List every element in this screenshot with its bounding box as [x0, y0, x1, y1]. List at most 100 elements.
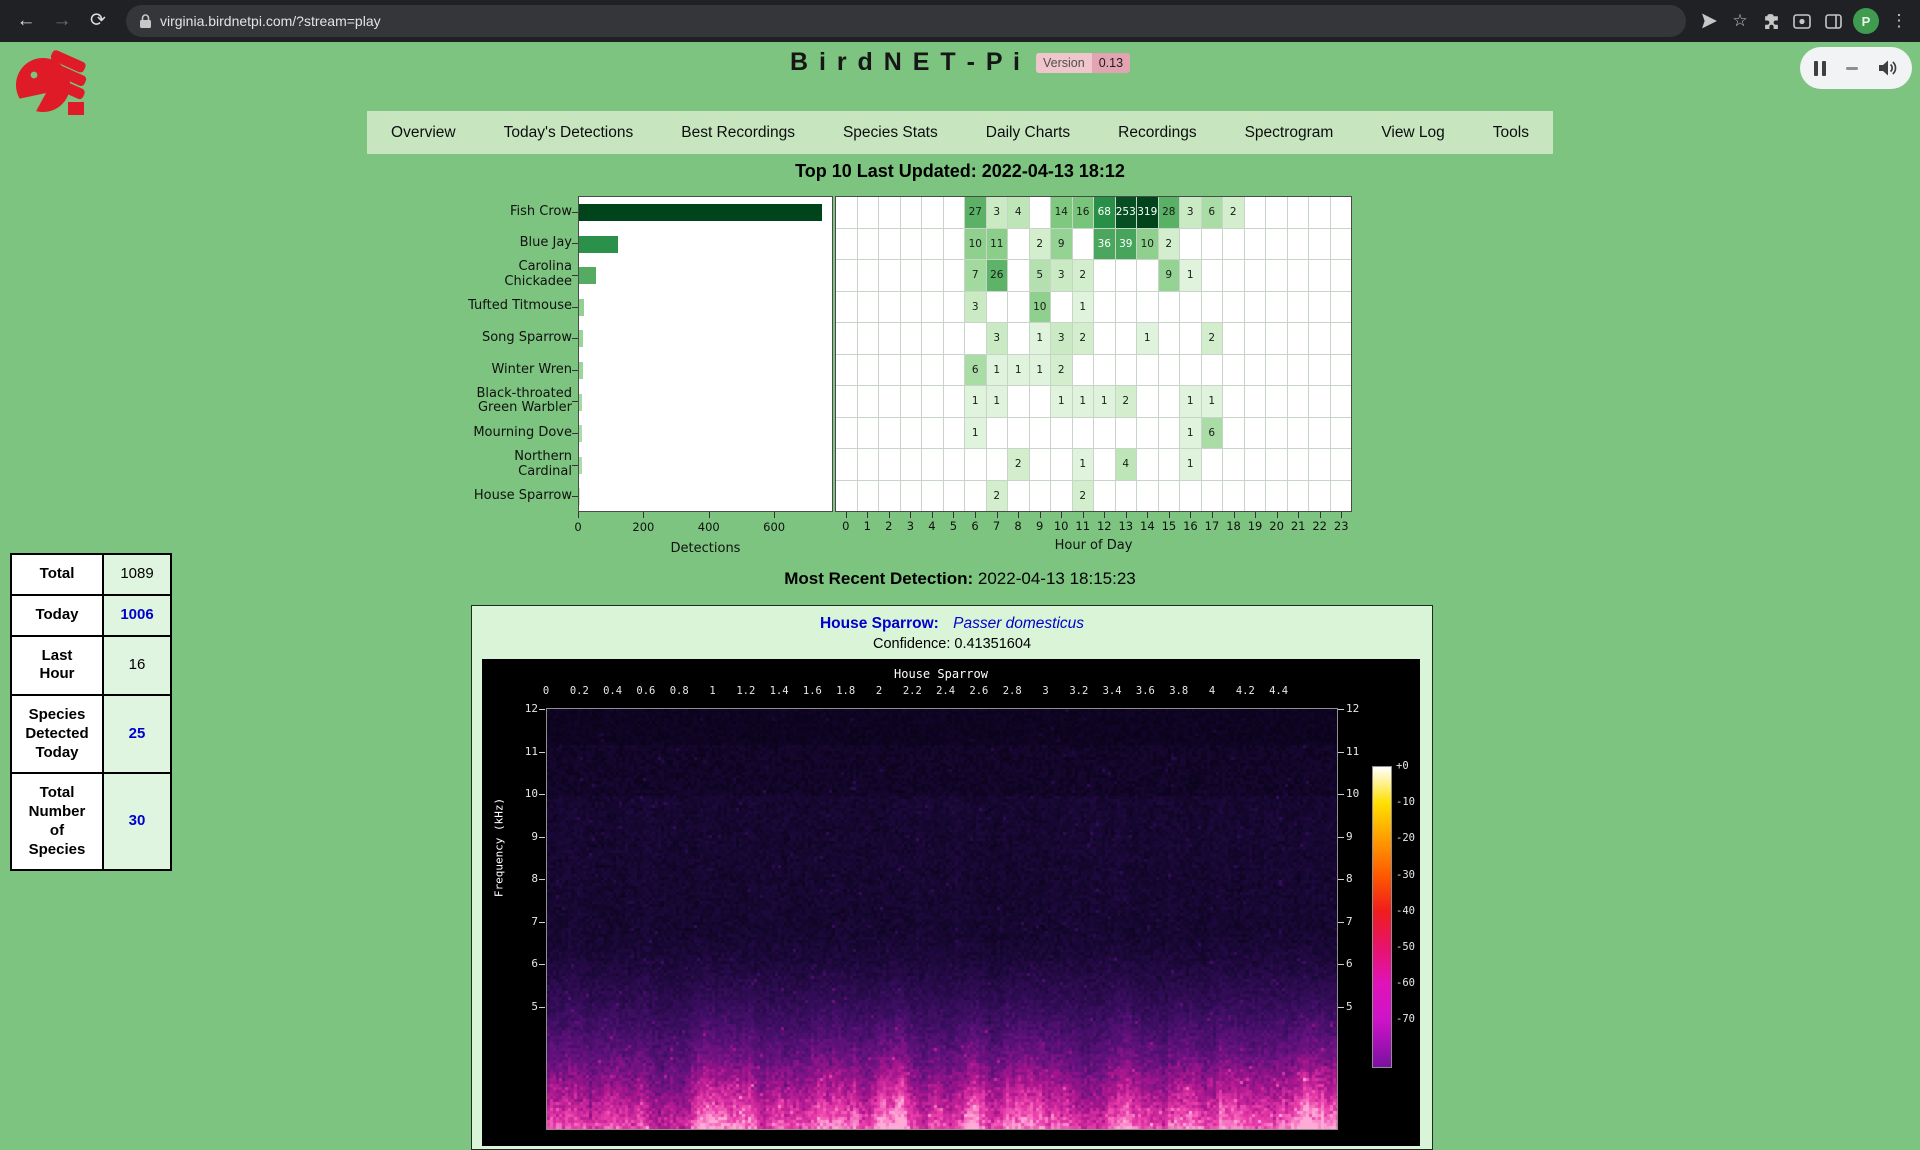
x-tick — [932, 512, 933, 518]
y-tick — [572, 370, 578, 371]
heatmap-cell — [1137, 355, 1158, 386]
time-tick-label: 3 — [1029, 685, 1063, 697]
heatmap-cell — [1202, 355, 1223, 386]
heatmap-cell — [1309, 418, 1330, 449]
heatmap-cell — [1266, 355, 1287, 386]
stats-row: Last Hour16 — [11, 636, 171, 696]
volume-icon[interactable] — [1878, 59, 1898, 77]
bar-category-label: Tufted Titmouse — [306, 291, 572, 323]
db-tick-label: -70 — [1396, 1013, 1415, 1025]
seek-bar[interactable] — [1846, 67, 1858, 70]
heatmap-cell — [1180, 292, 1201, 323]
heatmap-cell — [1008, 481, 1029, 512]
x-tick — [1169, 512, 1170, 518]
species-scientific-name[interactable]: Passer domesticus — [953, 615, 1084, 632]
heatmap-cell: 1 — [987, 386, 1008, 417]
hour-tick-label: 9 — [1030, 519, 1050, 533]
profile-avatar[interactable]: P — [1853, 8, 1879, 34]
stats-value[interactable]: 25 — [103, 695, 171, 773]
heatmap-cell — [1030, 481, 1051, 512]
reload-button[interactable]: ⟳ — [82, 5, 114, 37]
detection-card: House Sparrow: Passer domesticus Confide… — [471, 605, 1433, 1150]
time-tick-label: 3.4 — [1095, 685, 1129, 697]
share-icon[interactable] — [1698, 10, 1720, 32]
x-tick — [643, 512, 644, 518]
hour-tick-label: 12 — [1094, 519, 1114, 533]
time-tick-label: 0.8 — [662, 685, 696, 697]
heatmap-cell: 2 — [1073, 481, 1094, 512]
confidence-text: Confidence: 0.41351604 — [472, 636, 1432, 652]
heatmap-cell — [1223, 481, 1244, 512]
stats-value[interactable]: 30 — [103, 773, 171, 870]
hour-tick-label: 15 — [1159, 519, 1179, 533]
extensions-puzzle-icon[interactable] — [1760, 10, 1782, 32]
heatmap-cell: 1 — [1073, 386, 1094, 417]
x-tick — [846, 512, 847, 518]
freq-tick — [539, 964, 545, 965]
heatmap-cell — [879, 260, 900, 291]
menu-kebab-icon[interactable]: ⋮ — [1888, 10, 1910, 32]
stats-row: Today1006 — [11, 595, 171, 636]
heatmap-cell: 3 — [965, 292, 986, 323]
heatmap-cell — [922, 229, 943, 260]
y-tick — [572, 212, 578, 213]
stats-value[interactable]: 1006 — [103, 595, 171, 636]
bookmark-star-icon[interactable]: ☆ — [1729, 10, 1751, 32]
address-bar[interactable]: virginia.birdnetpi.com/?stream=play — [126, 5, 1686, 37]
heatmap-cell — [1159, 418, 1180, 449]
species-common-name-link[interactable]: House Sparrow: — [820, 615, 939, 632]
heatmap-cell: 6 — [1202, 418, 1223, 449]
freq-tick — [1338, 1007, 1344, 1008]
heatmap-cell — [1223, 229, 1244, 260]
stats-label: Last Hour — [11, 636, 103, 696]
freq-tick — [1338, 922, 1344, 923]
heatmap-cell — [1008, 292, 1029, 323]
side-panel-icon[interactable] — [1822, 10, 1844, 32]
bar-category-label: Winter Wren — [306, 354, 572, 386]
hour-tick-label: 1 — [857, 519, 877, 533]
freq-tick — [1338, 752, 1344, 753]
heatmap-cell — [1331, 197, 1352, 228]
heatmap-cell: 1 — [1073, 292, 1094, 323]
heatmap-cell — [901, 260, 922, 291]
forward-button[interactable]: → — [46, 5, 78, 37]
heatmap-cell — [858, 355, 879, 386]
heatmap-cell — [1008, 323, 1029, 354]
heatmap-cell: 14 — [1051, 197, 1072, 228]
back-button[interactable]: ← — [10, 5, 42, 37]
heatmap-cell: 4 — [1116, 449, 1137, 480]
heatmap-cell: 10 — [1030, 292, 1051, 323]
heatmap-cell — [1266, 197, 1287, 228]
x-tick — [953, 512, 954, 518]
y-tick — [572, 433, 578, 434]
x-tick — [1298, 512, 1299, 518]
heatmap-cell — [922, 386, 943, 417]
pause-button[interactable] — [1814, 61, 1826, 76]
hour-tick-label: 14 — [1137, 519, 1157, 533]
heatmap-cell — [1180, 229, 1201, 260]
x-tick — [1104, 512, 1105, 518]
recorder-icon[interactable] — [1791, 10, 1813, 32]
heatmap-cell — [901, 355, 922, 386]
heatmap-cell — [1245, 386, 1266, 417]
heatmap-cell — [879, 386, 900, 417]
heatmap-cell — [1288, 481, 1309, 512]
recent-label: Most Recent Detection: — [784, 569, 973, 588]
heatmap-cell — [1051, 418, 1072, 449]
bar-category-label: Northern Cardinal — [306, 449, 572, 481]
freq-tick-label-right: 11 — [1346, 745, 1376, 758]
hour-tick-label: 21 — [1288, 519, 1308, 533]
x-tick — [1277, 512, 1278, 518]
freq-tick-label-right: 5 — [1346, 1000, 1376, 1013]
heatmap-cell — [1137, 481, 1158, 512]
heatmap-cell: 2 — [1159, 229, 1180, 260]
hour-tick-label: 7 — [987, 519, 1007, 533]
db-tick-label: +0 — [1396, 760, 1409, 772]
heatmap-cell: 1 — [965, 418, 986, 449]
heatmap-cell — [1266, 292, 1287, 323]
heatmap-cell — [922, 481, 943, 512]
heatmap-cell — [1094, 449, 1115, 480]
heatmap-cell — [901, 449, 922, 480]
x-tick — [1061, 512, 1062, 518]
heatmap-cell — [944, 292, 965, 323]
